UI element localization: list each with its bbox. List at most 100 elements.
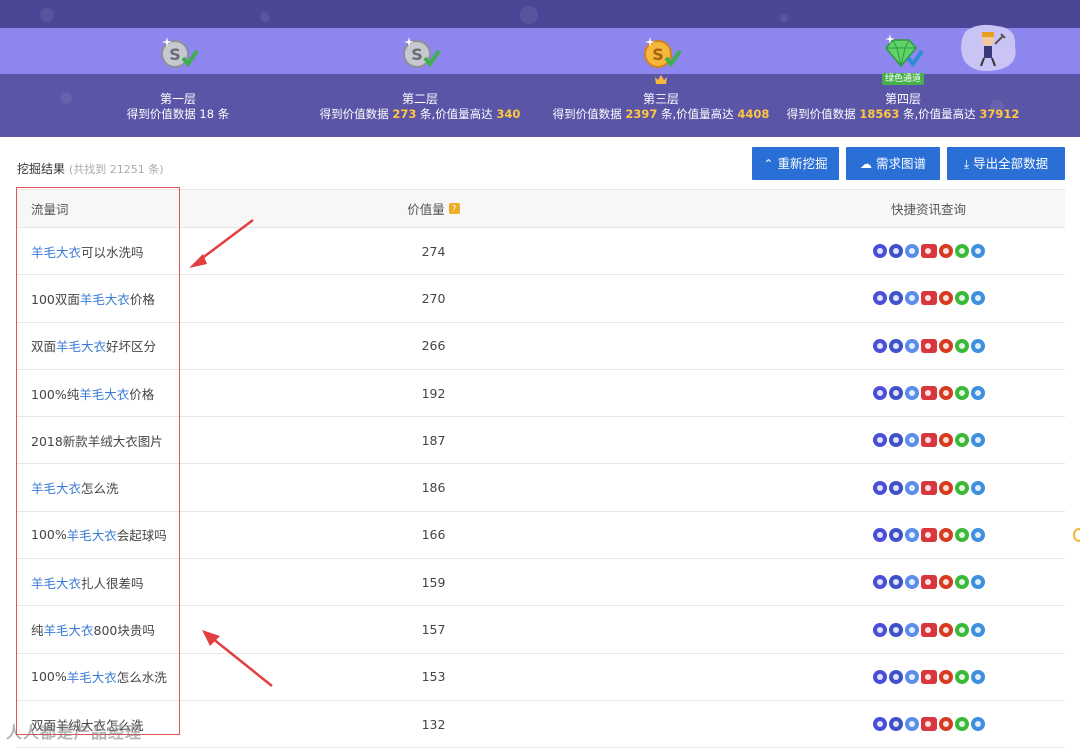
zhihu-icon[interactable]	[970, 669, 985, 684]
baidu-icon[interactable]	[872, 622, 887, 637]
keyword-highlight[interactable]: 羊毛大衣	[31, 478, 81, 497]
sogou-icon[interactable]	[888, 480, 903, 495]
baidu-icon[interactable]	[872, 527, 887, 542]
baidu-icon[interactable]	[872, 244, 887, 259]
keyword-cell[interactable]: 2018新款羊绒大衣图片	[31, 417, 201, 463]
toutiao-icon[interactable]	[920, 622, 937, 637]
baidu-icon[interactable]	[872, 575, 887, 590]
weibo-icon[interactable]	[938, 669, 953, 684]
sogou-icon[interactable]	[888, 717, 903, 732]
zhihu-icon[interactable]	[970, 338, 985, 353]
weibo-icon[interactable]	[938, 386, 953, 401]
toutiao-icon[interactable]	[920, 480, 937, 495]
weibo-icon[interactable]	[938, 575, 953, 590]
keyword-cell[interactable]: 羊毛大衣 怎么洗	[31, 464, 201, 510]
keyword-cell[interactable]: 纯羊毛大衣 800块贵吗	[31, 606, 201, 652]
keyword-cell[interactable]: 羊毛大衣 扎人很差吗	[31, 559, 201, 605]
sogou-icon[interactable]	[888, 527, 903, 542]
weibo-icon[interactable]	[938, 717, 953, 732]
keyword-cell[interactable]: 羊毛大衣 可以水洗吗	[31, 228, 201, 274]
so360-icon[interactable]	[904, 717, 919, 732]
keyword-highlight[interactable]: 羊毛大衣	[80, 289, 130, 308]
weibo-icon[interactable]	[938, 480, 953, 495]
zhihu-icon[interactable]	[970, 575, 985, 590]
toutiao-icon[interactable]	[920, 575, 937, 590]
demand-map-button[interactable]: ☁ 需求图谱	[846, 147, 940, 180]
wechat-icon[interactable]	[954, 575, 969, 590]
wechat-icon[interactable]	[954, 622, 969, 637]
zhihu-icon[interactable]	[970, 622, 985, 637]
baidu-icon[interactable]	[872, 433, 887, 448]
so360-icon[interactable]	[904, 622, 919, 637]
baidu-icon[interactable]	[872, 669, 887, 684]
weibo-icon[interactable]	[938, 244, 953, 259]
side-float-icon[interactable]	[1073, 528, 1080, 542]
toutiao-icon[interactable]	[920, 717, 937, 732]
so360-icon[interactable]	[904, 433, 919, 448]
zhihu-icon[interactable]	[970, 291, 985, 306]
export-all-button[interactable]: ⤓ 导出全部数据	[947, 147, 1065, 180]
help-icon[interactable]: ?	[448, 203, 460, 214]
wechat-icon[interactable]	[954, 291, 969, 306]
baidu-icon[interactable]	[872, 291, 887, 306]
keyword-highlight[interactable]: 羊毛大衣	[79, 384, 129, 403]
wechat-icon[interactable]	[954, 433, 969, 448]
zhihu-icon[interactable]	[970, 717, 985, 732]
keyword-highlight[interactable]: 羊毛大衣	[44, 620, 94, 639]
baidu-icon[interactable]	[872, 338, 887, 353]
zhihu-icon[interactable]	[970, 527, 985, 542]
keyword-highlight[interactable]: 羊毛大衣	[56, 336, 106, 355]
weibo-icon[interactable]	[938, 527, 953, 542]
so360-icon[interactable]	[904, 291, 919, 306]
toutiao-icon[interactable]	[920, 669, 937, 684]
wechat-icon[interactable]	[954, 717, 969, 732]
zhihu-icon[interactable]	[970, 433, 985, 448]
weibo-icon[interactable]	[938, 291, 953, 306]
sogou-icon[interactable]	[888, 291, 903, 306]
wechat-icon[interactable]	[954, 480, 969, 495]
sogou-icon[interactable]	[888, 669, 903, 684]
sogou-icon[interactable]	[888, 244, 903, 259]
so360-icon[interactable]	[904, 244, 919, 259]
zhihu-icon[interactable]	[970, 244, 985, 259]
sogou-icon[interactable]	[888, 622, 903, 637]
weibo-icon[interactable]	[938, 622, 953, 637]
keyword-cell[interactable]: 100%纯 羊毛大衣 价格	[31, 370, 201, 416]
wechat-icon[interactable]	[954, 244, 969, 259]
baidu-icon[interactable]	[872, 717, 887, 732]
weibo-icon[interactable]	[938, 338, 953, 353]
sogou-icon[interactable]	[888, 338, 903, 353]
keyword-highlight[interactable]: 羊毛大衣	[31, 573, 81, 592]
keyword-cell[interactable]: 100双面 羊毛大衣 价格	[31, 275, 201, 321]
wechat-icon[interactable]	[954, 386, 969, 401]
keyword-highlight[interactable]: 羊毛大衣	[31, 242, 81, 261]
keyword-cell[interactable]: 双面 羊毛大衣 好坏区分	[31, 323, 201, 369]
toutiao-icon[interactable]	[920, 527, 937, 542]
so360-icon[interactable]	[904, 575, 919, 590]
so360-icon[interactable]	[904, 480, 919, 495]
baidu-icon[interactable]	[872, 480, 887, 495]
wechat-icon[interactable]	[954, 338, 969, 353]
so360-icon[interactable]	[904, 527, 919, 542]
keyword-highlight[interactable]: 羊毛大衣	[67, 667, 117, 686]
toutiao-icon[interactable]	[920, 433, 937, 448]
toutiao-icon[interactable]	[920, 338, 937, 353]
keyword-highlight[interactable]: 羊毛大衣	[67, 525, 117, 544]
sogou-icon[interactable]	[888, 575, 903, 590]
weibo-icon[interactable]	[938, 433, 953, 448]
zhihu-icon[interactable]	[970, 480, 985, 495]
keyword-cell[interactable]: 100% 羊毛大衣 会起球吗	[31, 512, 201, 558]
keyword-cell[interactable]: 100% 羊毛大衣 怎么水洗	[31, 654, 201, 700]
so360-icon[interactable]	[904, 386, 919, 401]
toutiao-icon[interactable]	[920, 291, 937, 306]
wechat-icon[interactable]	[954, 669, 969, 684]
so360-icon[interactable]	[904, 338, 919, 353]
sogou-icon[interactable]	[888, 386, 903, 401]
wechat-icon[interactable]	[954, 527, 969, 542]
baidu-icon[interactable]	[872, 386, 887, 401]
reset-mining-button[interactable]: ⌃ 重新挖掘	[752, 147, 839, 180]
toutiao-icon[interactable]	[920, 244, 937, 259]
sogou-icon[interactable]	[888, 433, 903, 448]
toutiao-icon[interactable]	[920, 386, 937, 401]
zhihu-icon[interactable]	[970, 386, 985, 401]
